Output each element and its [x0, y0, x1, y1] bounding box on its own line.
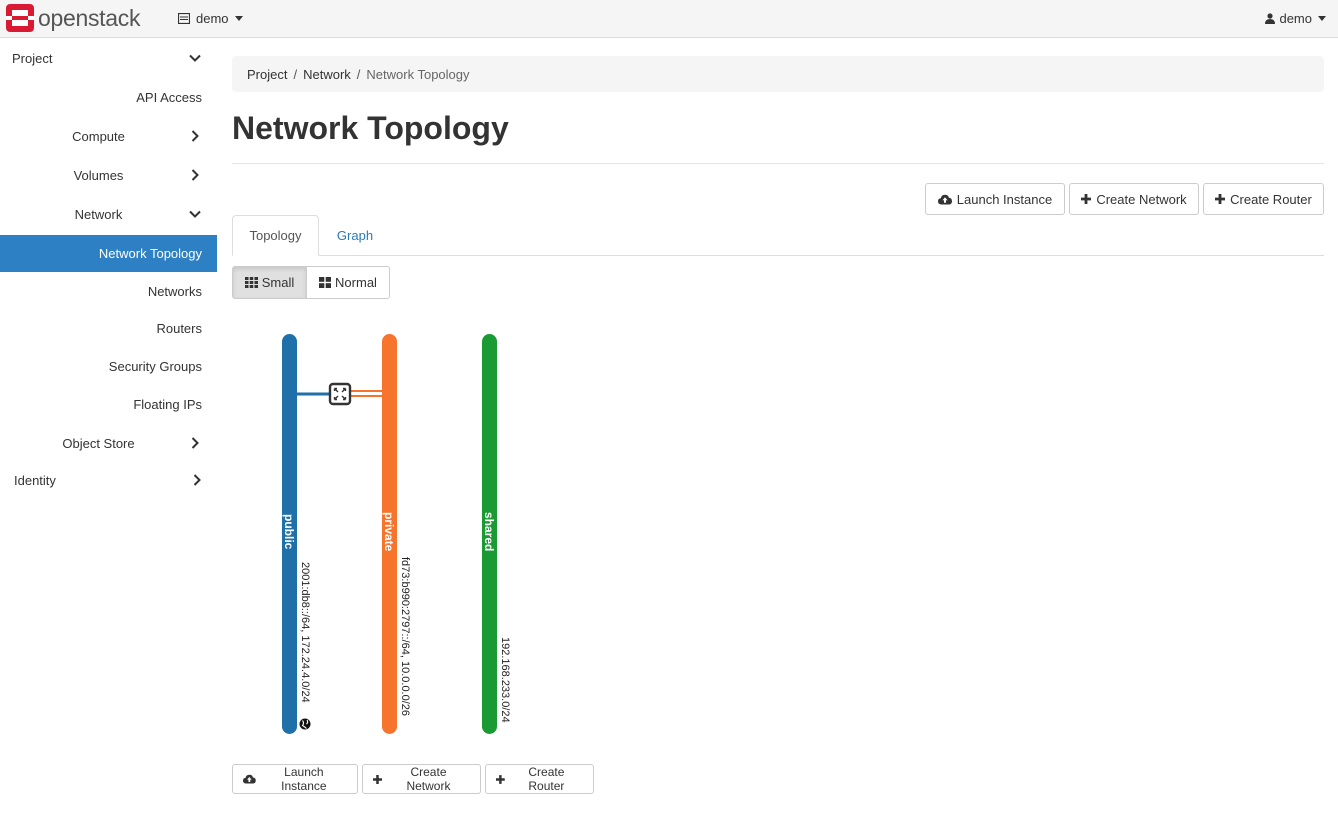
sidebar-item-label: Network [74, 206, 123, 222]
sidebar-item-label: Volumes [73, 167, 124, 183]
sidebar-item-label: Network Topology [98, 246, 202, 261]
cloud-upload-icon [937, 194, 952, 204]
chevron-right-icon [191, 130, 199, 142]
network-cidr: 2001:db8::/64, 172.24.4.0/24 [299, 562, 311, 703]
network-cidr: 192.168.233.0/24 [499, 637, 511, 723]
sidebar-item-network-topology[interactable]: Network Topology [0, 235, 217, 272]
tab-graph[interactable]: Graph [319, 215, 391, 256]
network-private[interactable]: private fd73:b990:2797::/64, 10.0.0.0/26 [382, 334, 411, 734]
sidebar-item-security-groups[interactable]: Security Groups [0, 348, 217, 384]
sidebar-item-compute[interactable]: Compute [0, 118, 217, 154]
chevron-right-icon [191, 437, 199, 449]
openstack-logo-icon [6, 4, 34, 32]
plus-icon [1215, 194, 1226, 204]
network-name: public [282, 514, 296, 550]
sidebar-item-label: Floating IPs [133, 396, 202, 412]
view-small-label: Small [261, 275, 295, 290]
page-title: Network Topology [232, 110, 509, 146]
sidebar-item-label: Compute [72, 128, 125, 144]
sidebar-item-label: Object Store [62, 435, 135, 451]
create-network-button-bottom[interactable]: Create Network [362, 764, 481, 794]
cloud-upload-icon [243, 774, 256, 784]
create-router-button[interactable]: Create Router [1203, 183, 1324, 215]
sidebar-item-object-store[interactable]: Object Store [0, 425, 217, 461]
breadcrumb-project[interactable]: Project [247, 67, 287, 82]
project-name: demo [196, 11, 229, 26]
launch-instance-label: Launch Instance [281, 765, 327, 793]
tabs-divider [232, 255, 1324, 256]
create-network-button[interactable]: Create Network [1069, 183, 1199, 215]
chevron-right-icon [191, 169, 199, 181]
network-topology-canvas: public 2001:db8::/64, 172.24.4.0/24 priv… [282, 334, 511, 734]
view-normal-label: Normal [335, 275, 377, 290]
server-icon [178, 13, 190, 24]
sidebar-item-api-access[interactable]: API Access [0, 79, 217, 115]
sidebar-item-network[interactable]: Network [0, 196, 217, 232]
view-small-button[interactable]: Small [232, 266, 307, 299]
chevron-right-icon [193, 474, 201, 486]
tab-label: Topology [249, 228, 302, 243]
user-name: demo [1279, 11, 1312, 26]
sidebar-item-routers[interactable]: Routers [0, 310, 217, 346]
tab-label: Graph [336, 228, 374, 243]
sidebar-item-identity[interactable]: Identity [0, 462, 217, 498]
sidebar-item-label: API Access [136, 89, 202, 105]
caret-down-icon [1318, 16, 1326, 21]
project-switcher[interactable]: demo [178, 11, 243, 26]
grid-large-icon [319, 277, 332, 288]
user-menu[interactable]: demo [1265, 11, 1326, 26]
sidebar-item-label: Project [12, 50, 53, 66]
create-router-label: Create Router [528, 765, 565, 793]
tab-topology[interactable]: Topology [232, 215, 319, 256]
user-icon [1265, 13, 1276, 24]
sidebar-item-label: Networks [147, 283, 202, 299]
network-name: private [382, 512, 396, 552]
sidebar-item-project[interactable]: Project [0, 40, 217, 76]
sidebar-item-label: Security Groups [108, 358, 202, 374]
launch-instance-button[interactable]: Launch Instance [925, 183, 1065, 215]
top-navbar: openstack demo demo [0, 0, 1338, 38]
plus-icon [496, 774, 505, 784]
sidebar-item-label: Routers [156, 320, 202, 336]
sidebar-item-floating-ips[interactable]: Floating IPs [0, 386, 217, 422]
breadcrumb: Project / Network / Network Topology [232, 56, 1324, 92]
view-normal-button[interactable]: Normal [306, 266, 390, 299]
launch-instance-button-bottom[interactable]: Launch Instance [232, 764, 358, 794]
network-shared[interactable]: shared 192.168.233.0/24 [482, 334, 511, 734]
title-divider [232, 163, 1324, 164]
create-network-label: Create Network [1096, 191, 1187, 207]
grid-small-icon [244, 277, 258, 288]
chevron-down-icon [189, 210, 201, 218]
create-router-label: Create Router [1230, 191, 1312, 207]
network-name: shared [482, 512, 496, 551]
sidebar-item-label: Identity [14, 472, 56, 488]
sidebar-item-networks[interactable]: Networks [0, 273, 217, 309]
breadcrumb-network[interactable]: Network [303, 67, 351, 82]
chevron-down-icon [189, 54, 201, 62]
network-cidr: fd73:b990:2797::/64, 10.0.0.0/26 [399, 557, 411, 716]
brand-name: openstack [38, 4, 141, 31]
breadcrumb-separator: / [356, 66, 361, 82]
plus-icon [373, 774, 382, 784]
globe-icon [299, 718, 311, 730]
launch-instance-label: Launch Instance [956, 191, 1053, 207]
create-network-label: Create Network [406, 765, 451, 793]
breadcrumb-current: Network Topology [366, 66, 470, 82]
create-router-button-bottom[interactable]: Create Router [485, 764, 594, 794]
sidebar-item-volumes[interactable]: Volumes [0, 157, 217, 193]
caret-down-icon [234, 16, 243, 21]
router-icon[interactable] [328, 382, 352, 406]
plus-icon [1081, 194, 1092, 204]
brand[interactable]: openstack [6, 4, 140, 32]
breadcrumb-separator: / [293, 66, 298, 82]
